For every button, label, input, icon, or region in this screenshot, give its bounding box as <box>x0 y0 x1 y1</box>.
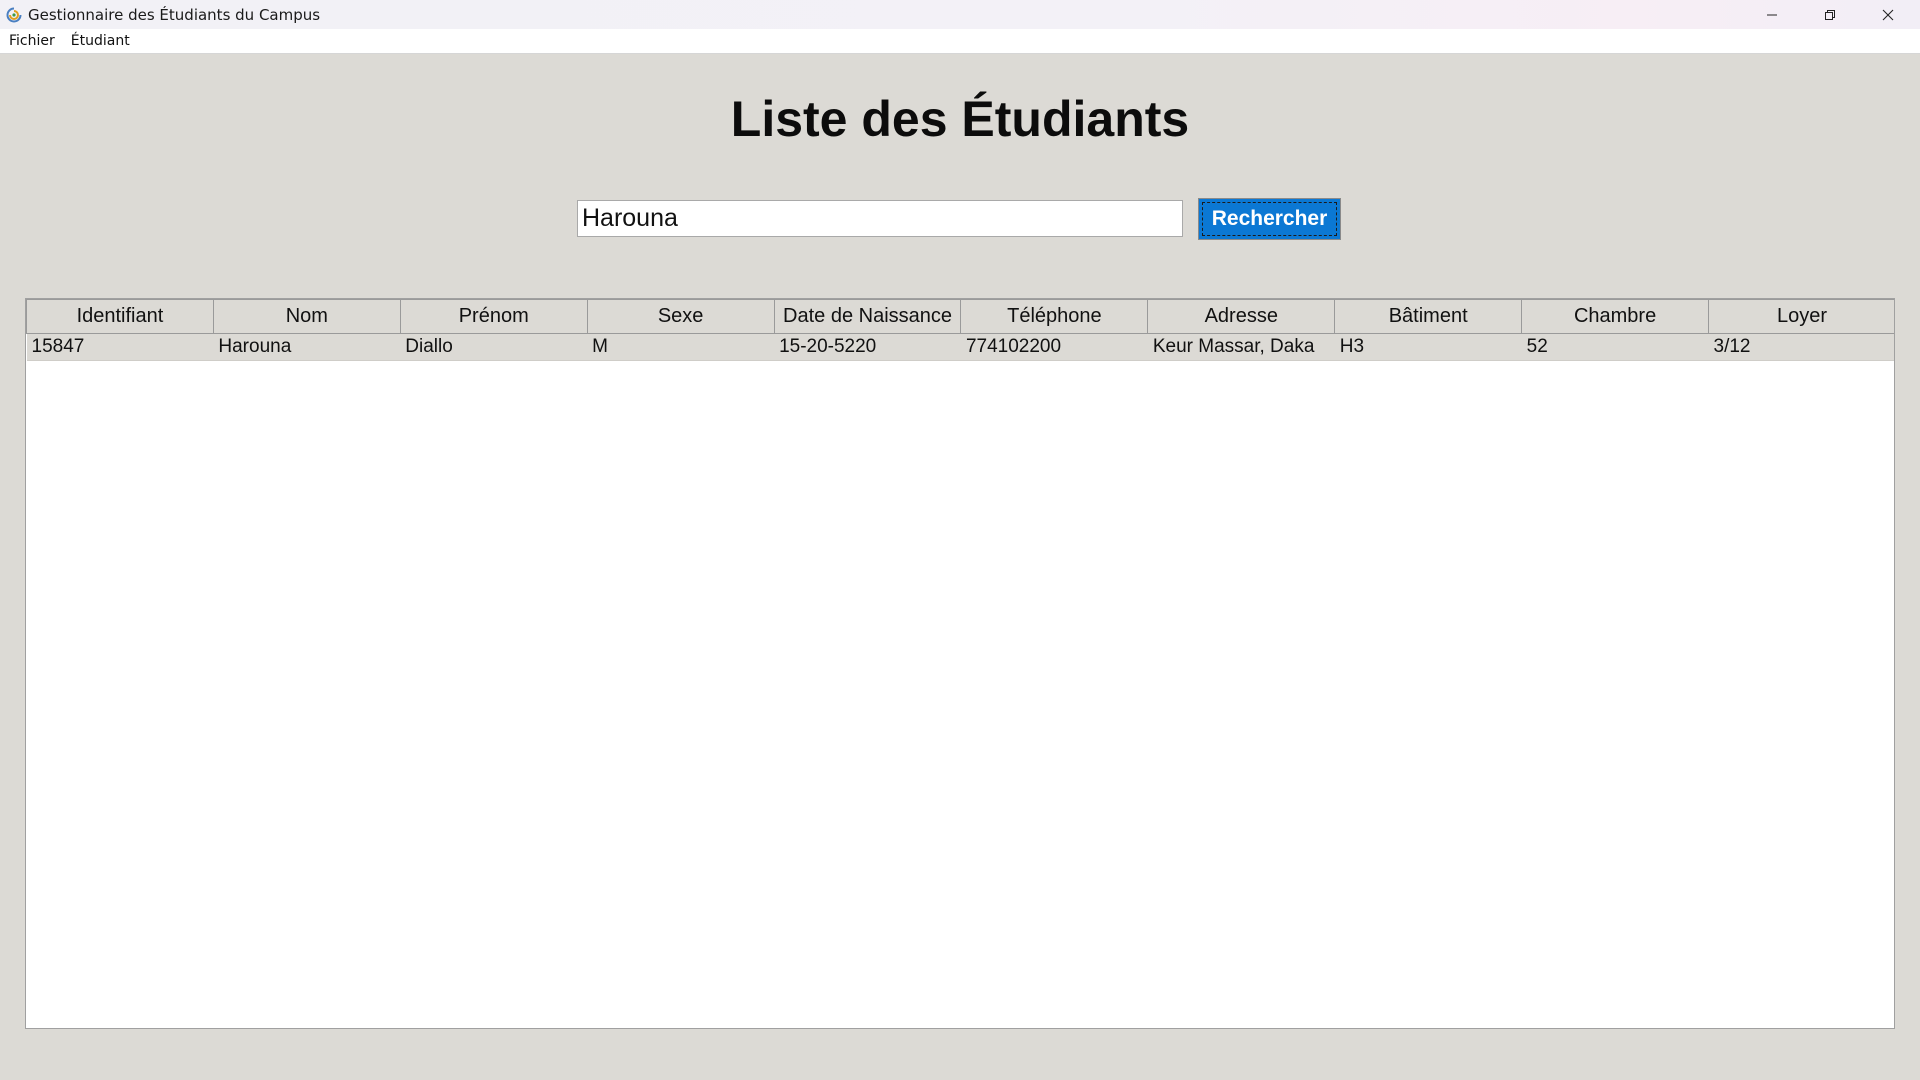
students-table[interactable]: Identifiant Nom Prénom Sexe Date de Nais… <box>25 298 1895 1029</box>
cell-chambre: 52 <box>1521 333 1709 361</box>
cell-sexe: M <box>587 333 775 361</box>
column-header-prenom[interactable]: Prénom <box>399 299 588 334</box>
column-header-sexe[interactable]: Sexe <box>586 299 775 334</box>
minimize-button[interactable] <box>1744 0 1800 29</box>
column-header-adresse[interactable]: Adresse <box>1147 299 1336 334</box>
cell-nom: Harouna <box>213 333 401 361</box>
restore-icon <box>1825 9 1835 20</box>
cell-loyer: 3/12 <box>1708 333 1894 361</box>
app-icon <box>6 7 22 23</box>
menu-fichier[interactable]: Fichier <box>0 29 63 53</box>
minimize-icon <box>1767 14 1777 15</box>
table-row[interactable]: 15847 Harouna Diallo M 15-20-5220 774102… <box>26 333 1894 361</box>
cell-date-naissance: 15-20-5220 <box>774 333 961 361</box>
search-button[interactable]: Rechercher <box>1198 198 1341 240</box>
window-titlebar: Gestionnaire des Étudiants du Campus <box>0 0 1920 29</box>
window-title: Gestionnaire des Étudiants du Campus <box>28 5 321 24</box>
menu-etudiant[interactable]: Étudiant <box>63 29 138 53</box>
cell-identifiant: 15847 <box>26 333 214 361</box>
close-icon <box>1882 9 1894 20</box>
students-table-grid: Identifiant Nom Prénom Sexe Date de Nais… <box>26 299 1894 361</box>
cell-prenom: Diallo <box>400 333 588 361</box>
search-input[interactable] <box>577 200 1183 237</box>
column-header-date-naissance[interactable]: Date de Naissance <box>773 299 962 334</box>
close-button[interactable] <box>1860 0 1916 29</box>
cell-adresse: Keur Massar, Daka <box>1147 333 1335 361</box>
restore-button[interactable] <box>1802 0 1858 29</box>
column-header-identifiant[interactable]: Identifiant <box>26 299 214 334</box>
column-header-loyer[interactable]: Loyer <box>1708 299 1894 334</box>
table-header-row: Identifiant Nom Prénom Sexe Date de Nais… <box>26 299 1894 334</box>
column-header-telephone[interactable]: Téléphone <box>960 299 1149 334</box>
column-header-chambre[interactable]: Chambre <box>1521 299 1710 334</box>
column-header-batiment[interactable]: Bâtiment <box>1334 299 1523 334</box>
menu-bar: Fichier Étudiant <box>0 29 1920 54</box>
cell-batiment: H3 <box>1334 333 1522 361</box>
page-title: Liste des Étudiants <box>730 91 1190 147</box>
cell-telephone: 774102200 <box>960 333 1148 361</box>
column-header-nom[interactable]: Nom <box>212 299 401 334</box>
